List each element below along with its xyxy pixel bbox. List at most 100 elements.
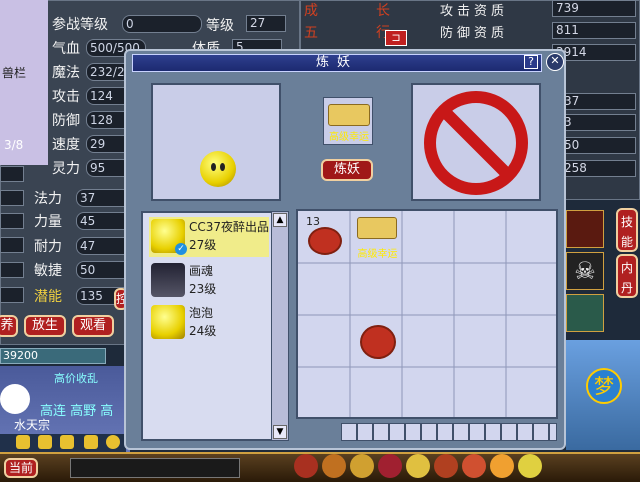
pet-list-item[interactable]: 画魂 23级 — [149, 261, 269, 301]
skills-tab[interactable]: 技能 — [616, 208, 638, 252]
channel-button[interactable]: 当前 — [4, 458, 38, 478]
growth-label: 五 — [304, 25, 318, 41]
element-icon: ⊐ — [385, 30, 407, 46]
stat-bar-stub — [0, 262, 24, 278]
pet-list-scrollbar[interactable]: ▲ ▼ — [271, 211, 289, 441]
pet-name: 画魂 — [189, 264, 214, 278]
chat-line: 高价收乱 — [54, 372, 98, 385]
pet-avatar — [151, 305, 185, 339]
pet-level: 27级 — [189, 238, 217, 252]
pet-preview — [151, 83, 281, 201]
attr-label: 耐力 — [34, 239, 62, 255]
skill-icon-flame[interactable] — [566, 210, 604, 248]
attr-label: 力量 — [34, 214, 62, 230]
attr-label: 敏捷 — [34, 263, 62, 279]
pet-level: 24级 — [189, 324, 217, 338]
pet-list: ✓ CC37夜醉出品 27级 画魂 23级 泡泡 24级 — [141, 211, 289, 441]
zoom-icon[interactable] — [106, 435, 120, 449]
aptitude-value: 50 — [560, 137, 636, 154]
toolbar-icon[interactable] — [350, 454, 374, 478]
toolbar-icon[interactable] — [518, 454, 542, 478]
toolbar-icon[interactable] — [462, 454, 486, 478]
chat-line: 高连 高野 高 — [40, 404, 114, 419]
aptitude-value: 37 — [560, 93, 636, 110]
dream-logo[interactable]: 梦 — [586, 368, 622, 404]
feed-button[interactable]: 养 — [0, 315, 18, 337]
stat-value: 0 — [122, 15, 202, 33]
pet-avatar — [151, 263, 185, 297]
toolbar-icon[interactable] — [490, 454, 514, 478]
aptitude-label: 攻击资质 — [440, 4, 509, 19]
refine-button[interactable]: 炼妖 — [321, 159, 373, 181]
pet-list-item[interactable]: 泡泡 24级 — [149, 303, 269, 343]
stat-bar-stub — [0, 213, 24, 229]
aptitude-label: 防御资质 — [440, 26, 509, 41]
level-label: 等级 — [206, 18, 234, 34]
aptitude-value: 3 — [560, 114, 636, 131]
refine-dialog: 炼妖 ? ✕ 高级幸运 炼妖 ✓ CC37夜醉出品 27级 画魂 23级 泡泡 … — [124, 49, 566, 450]
skill-icon-skeleton[interactable]: ☠ — [566, 252, 604, 290]
scroll-icon — [328, 104, 370, 126]
stat-label: 参战等级 — [52, 17, 108, 33]
stat-row: 参战等级 0 — [52, 14, 202, 34]
chat-input[interactable] — [70, 458, 240, 478]
avatar[interactable] — [0, 384, 30, 414]
stat-label: 灵力 — [52, 161, 80, 177]
pet-sprite — [200, 151, 236, 187]
release-button[interactable]: 放生 — [24, 315, 66, 337]
attr-row: 法力 37 — [34, 188, 136, 208]
aptitude-value: 739 — [552, 0, 636, 17]
toolbar-icon[interactable] — [294, 454, 318, 478]
arrow-down-icon[interactable] — [60, 435, 74, 449]
attr-row: 敏捷 50 — [34, 260, 136, 280]
scroll-down-icon[interactable]: ▼ — [273, 425, 287, 439]
selected-item-slot[interactable]: 高级幸运 — [323, 97, 373, 145]
inventory-grid-lines — [298, 211, 556, 417]
pet-eye — [211, 163, 216, 171]
dialog-title: 炼妖 — [132, 54, 542, 72]
watch-button[interactable]: 观看 — [72, 315, 114, 337]
attr-label: 潜能 — [34, 289, 62, 305]
result-preview — [411, 83, 541, 201]
toolbar-icon[interactable] — [434, 454, 458, 478]
help-button[interactable]: ? — [524, 55, 538, 69]
inventory-grid: 13 高级幸运 — [296, 209, 558, 419]
stat-bar-stub — [0, 287, 24, 303]
forbidden-icon — [424, 91, 528, 195]
close-button[interactable]: ✕ — [546, 53, 564, 71]
inner-core-tab[interactable]: 内丹 — [616, 254, 638, 298]
arrow-up-icon[interactable] — [38, 435, 52, 449]
aptitude-value: 811 — [552, 22, 636, 39]
toolbar-icon[interactable] — [378, 454, 402, 478]
growth-label: 成 — [304, 3, 318, 19]
toolbar-icon[interactable] — [406, 454, 430, 478]
item-label: 高级幸运 — [329, 132, 369, 143]
attr-row: 力量 45 — [34, 211, 136, 231]
level-value: 27 — [246, 15, 286, 32]
pet-name: CC37夜醉出品 — [189, 220, 270, 234]
chat-line: 水天宗 — [14, 418, 51, 432]
stat-label: 攻击 — [52, 89, 80, 105]
stat-label: 防御 — [52, 113, 80, 129]
toolbar-icons — [290, 452, 640, 480]
page-counter: 3/8 — [4, 138, 24, 152]
pet-name: 泡泡 — [189, 306, 214, 320]
skill-icon-swirl[interactable] — [566, 294, 604, 332]
pet-level: 23级 — [189, 282, 217, 296]
stat-label: 气血 — [52, 41, 80, 57]
move-icon[interactable] — [84, 435, 98, 449]
toolbar-icon[interactable] — [322, 454, 346, 478]
arrow-up-icon[interactable] — [16, 435, 30, 449]
aptitude-value: 258 — [560, 160, 636, 177]
exp-bar: 39200 — [0, 348, 106, 364]
attr-label: 法力 — [34, 191, 62, 207]
attr-row: 耐力 47 — [34, 236, 136, 256]
stat-label: 魔法 — [52, 65, 80, 81]
stat-bar-stub — [0, 237, 24, 253]
stat-label: 速度 — [52, 137, 80, 153]
grid-decoration — [341, 423, 557, 441]
exp-value: 39200 — [3, 349, 38, 362]
scroll-up-icon[interactable]: ▲ — [273, 213, 287, 227]
pet-list-item[interactable]: ✓ CC37夜醉出品 27级 — [149, 217, 269, 257]
stat-bar-stub — [0, 190, 24, 206]
